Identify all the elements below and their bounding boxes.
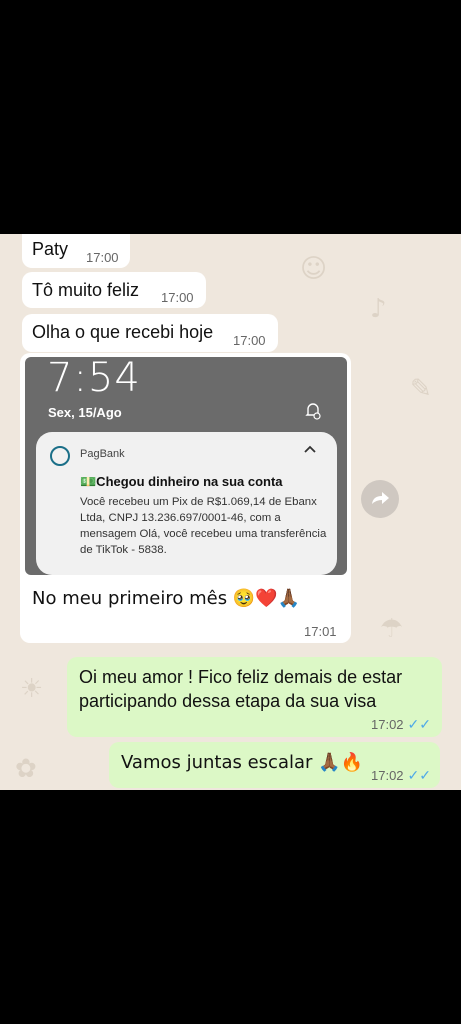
- message-meta: 17:02 ✓✓: [371, 716, 431, 733]
- message-meta: 17:02 ✓✓: [371, 767, 431, 784]
- notification-body: Você recebeu um Pix de R$1.069,14 de Eba…: [80, 496, 327, 556]
- screenshot-image[interactable]: 7:54 Sex, 15/Ago PagBank 💵Chegou dinheir…: [25, 357, 347, 575]
- notification-card: PagBank 💵Chegou dinheiro na sua conta Vo…: [36, 432, 337, 575]
- message-time: 17:01: [304, 624, 337, 639]
- message-bubble-outgoing[interactable]: Vamos juntas escalar 🙏🏾🔥 17:02 ✓✓: [109, 742, 440, 788]
- forward-button[interactable]: [361, 480, 399, 518]
- double-check-icon: ✓✓: [407, 767, 432, 783]
- message-time: 17:02: [371, 717, 404, 732]
- chat-area[interactable]: ☺ ♪ ✎ ☂ ☀ ✿ Paty 17:00 Tô muito feliz 17…: [0, 234, 461, 790]
- message-time: 17:02: [371, 768, 404, 783]
- doodle-icon: ♪: [370, 294, 387, 324]
- message-text: Oi meu amor ! Fico feliz demais de estar…: [79, 667, 403, 711]
- forward-icon: [372, 492, 389, 504]
- image-caption: No meu primeiro mês 🥹❤️🙏🏾: [32, 588, 301, 609]
- lockscreen-date: Sex, 15/Ago: [48, 405, 122, 420]
- message-text: Olha o que recebi hoje: [32, 322, 214, 342]
- message-bubble[interactable]: Paty 17:00: [22, 234, 130, 268]
- message-bubble[interactable]: Olha o que recebi hoje 17:00: [22, 314, 278, 352]
- doodle-icon: ✎: [410, 374, 432, 404]
- double-check-icon: ✓✓: [407, 716, 432, 732]
- notification-app-name: PagBank: [80, 448, 125, 460]
- alarm-bell-icon: [305, 403, 321, 420]
- doodle-icon: ☺: [300, 254, 328, 284]
- notification-title: 💵Chegou dinheiro na sua conta: [80, 474, 283, 489]
- message-bubble[interactable]: Tô muito feliz 17:00: [22, 272, 206, 308]
- message-time: 17:00: [233, 333, 266, 348]
- message-time: 17:00: [86, 250, 119, 265]
- pagbank-icon: [50, 446, 70, 466]
- doodle-icon: ☀: [20, 674, 44, 704]
- message-text: Paty: [32, 239, 69, 259]
- message-bubble-outgoing[interactable]: Oi meu amor ! Fico feliz demais de estar…: [67, 657, 442, 737]
- message-text: Vamos juntas escalar 🙏🏾🔥: [121, 752, 363, 773]
- doodle-icon: ✿: [15, 754, 37, 784]
- lockscreen-clock: 7:54: [47, 357, 141, 401]
- doodle-icon: ☂: [380, 614, 404, 644]
- message-text: Tô muito feliz: [32, 280, 140, 300]
- chevron-up-icon: [304, 445, 316, 453]
- message-time: 17:00: [161, 290, 194, 305]
